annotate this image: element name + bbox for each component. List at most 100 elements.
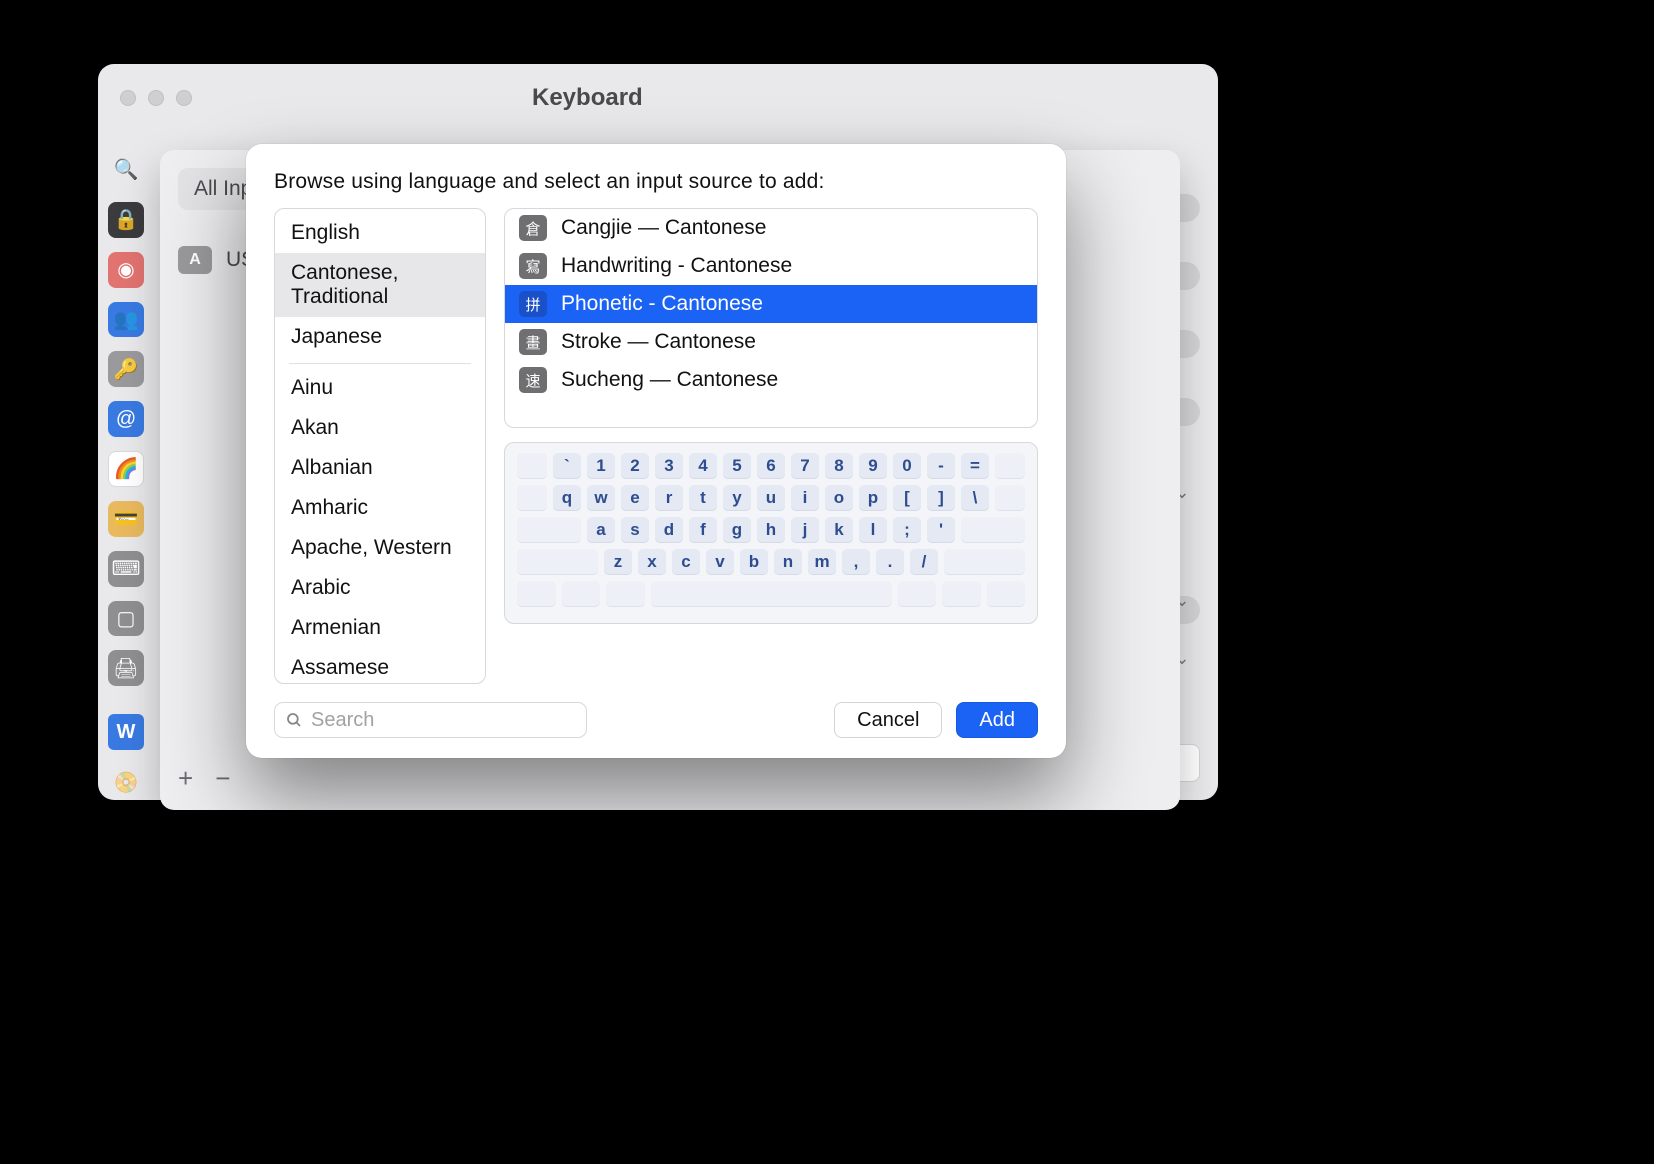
- keyboard-key: 2: [621, 453, 649, 479]
- keyboard-key: y: [723, 485, 751, 511]
- input-source-label: Phonetic - Cantonese: [561, 292, 763, 316]
- language-item[interactable]: Japanese: [275, 317, 485, 357]
- keyboard-badge-icon: A: [178, 246, 212, 274]
- keyboard-key: z: [604, 549, 632, 575]
- modifier-key: .: [995, 485, 1025, 511]
- keyboard-key: d: [655, 517, 683, 543]
- input-source-item[interactable]: 拼 Phonetic - Cantonese: [505, 285, 1037, 323]
- language-item[interactable]: Apache, Western: [275, 528, 485, 568]
- printers-icon[interactable]: 🖨: [108, 650, 144, 686]
- keyboard-key: w: [587, 485, 615, 511]
- keyboard-row: .qwertyuiop[]\.: [517, 485, 1025, 511]
- minimize-traffic-light[interactable]: [148, 90, 164, 106]
- keyboard-key: h: [757, 517, 785, 543]
- language-item[interactable]: Amharic: [275, 488, 485, 528]
- input-source-label: Stroke — Cantonese: [561, 330, 756, 354]
- zoom-traffic-light[interactable]: [176, 90, 192, 106]
- keyboard-key: 0: [893, 453, 921, 479]
- modifier-key: .: [562, 581, 601, 607]
- keyboard-key: ': [927, 517, 955, 543]
- keyboard-key: b: [740, 549, 768, 575]
- keyboard-key: 5: [723, 453, 751, 479]
- wallet-icon[interactable]: 💳: [108, 501, 144, 537]
- keyboard-key: s: [621, 517, 649, 543]
- keyboard-key: l: [859, 517, 887, 543]
- keyboard-key: j: [791, 517, 819, 543]
- ime-glyph-icon: 拼: [519, 291, 547, 317]
- keyboard-key: p: [859, 485, 887, 511]
- privacy-icon[interactable]: 🔒: [108, 202, 144, 238]
- trackpad-icon[interactable]: ▢: [108, 601, 144, 637]
- keyboard-key: 1: [587, 453, 615, 479]
- language-item[interactable]: Albanian: [275, 448, 485, 488]
- input-source-item[interactable]: 畫Stroke — Cantonese: [505, 323, 1037, 361]
- modifier-key: .: [942, 581, 981, 607]
- input-source-item[interactable]: 倉Cangjie — Cantonese: [505, 209, 1037, 247]
- language-item[interactable]: Armenian: [275, 608, 485, 648]
- game-center-icon[interactable]: 🌈: [108, 451, 144, 487]
- language-item[interactable]: Akan: [275, 408, 485, 448]
- keyboard-key: 7: [791, 453, 819, 479]
- keyboard-key: =: [961, 453, 989, 479]
- keyboard-key: 4: [689, 453, 717, 479]
- keyboard-key: e: [621, 485, 649, 511]
- modifier-key: .: [606, 581, 645, 607]
- language-item[interactable]: Assamese: [275, 648, 485, 683]
- modifier-key: .: [517, 485, 547, 511]
- add-button[interactable]: Add: [956, 702, 1038, 738]
- keyboard-key: o: [825, 485, 853, 511]
- keyboard-sidebar-icon[interactable]: ⌨: [108, 551, 144, 587]
- cancel-button[interactable]: Cancel: [834, 702, 942, 738]
- touch-id-icon[interactable]: ◉: [108, 252, 144, 288]
- modifier-key: .: [961, 517, 1025, 543]
- modifier-key: .: [517, 517, 581, 543]
- modifier-key: .: [517, 549, 598, 575]
- ime-glyph-icon: 速: [519, 367, 547, 393]
- language-item[interactable]: Cantonese, Traditional: [275, 253, 485, 317]
- language-item[interactable]: Arabic: [275, 568, 485, 608]
- app-icon[interactable]: W: [108, 714, 144, 750]
- divider: [289, 363, 471, 364]
- keyboard-key: ,: [842, 549, 870, 575]
- language-list[interactable]: EnglishCantonese, TraditionalJapanese Ain…: [274, 208, 486, 684]
- chip-icon[interactable]: 📀: [108, 764, 144, 800]
- input-source-item[interactable]: 速 Sucheng — Cantonese: [505, 361, 1037, 399]
- settings-sidebar: 🔍 🔒 ◉ 👥 🔑 @ 🌈 💳 ⌨ ▢ 🖨 W 📀: [98, 132, 154, 800]
- keyboard-key: m: [808, 549, 836, 575]
- keyboard-key: n: [774, 549, 802, 575]
- add-button[interactable]: +: [178, 763, 193, 794]
- window-title: Keyboard: [532, 84, 643, 112]
- keyboard-key: \: [961, 485, 989, 511]
- passwords-icon[interactable]: 🔑: [108, 351, 144, 387]
- keyboard-key: a: [587, 517, 615, 543]
- users-icon[interactable]: 👥: [108, 302, 144, 338]
- internet-accounts-icon[interactable]: @: [108, 401, 144, 437]
- keyboard-key: i: [791, 485, 819, 511]
- keyboard-key: /: [910, 549, 938, 575]
- input-source-list[interactable]: 倉Cangjie — Cantonese寫Handwriting - Canto…: [504, 208, 1038, 428]
- window-controls: [120, 90, 192, 106]
- keyboard-key: 3: [655, 453, 683, 479]
- search-icon[interactable]: 🔍: [108, 152, 144, 188]
- keyboard-row: .......: [517, 581, 1025, 607]
- add-input-source-dialog: Browse using language and select an inpu…: [246, 144, 1066, 758]
- keyboard-row: .zxcvbnm,./.: [517, 549, 1025, 575]
- keyboard-key: g: [723, 517, 751, 543]
- close-traffic-light[interactable]: [120, 90, 136, 106]
- search-input-field[interactable]: [311, 709, 576, 732]
- keyboard-key: -: [927, 453, 955, 479]
- remove-button[interactable]: −: [215, 763, 230, 794]
- keyboard-key: t: [689, 485, 717, 511]
- input-source-item[interactable]: 寫Handwriting - Cantonese: [505, 247, 1037, 285]
- search-icon: [285, 711, 303, 729]
- keyboard-key: c: [672, 549, 700, 575]
- keyboard-key: v: [706, 549, 734, 575]
- language-item[interactable]: Ainu: [275, 368, 485, 408]
- search-input[interactable]: [274, 702, 587, 738]
- dialog-heading: Browse using language and select an inpu…: [274, 170, 1038, 194]
- language-item[interactable]: English: [275, 213, 485, 253]
- source-row[interactable]: A US: [178, 246, 255, 274]
- input-source-label: Sucheng — Cantonese: [561, 368, 778, 392]
- keyboard-key: k: [825, 517, 853, 543]
- input-source-label: Cangjie — Cantonese: [561, 216, 766, 240]
